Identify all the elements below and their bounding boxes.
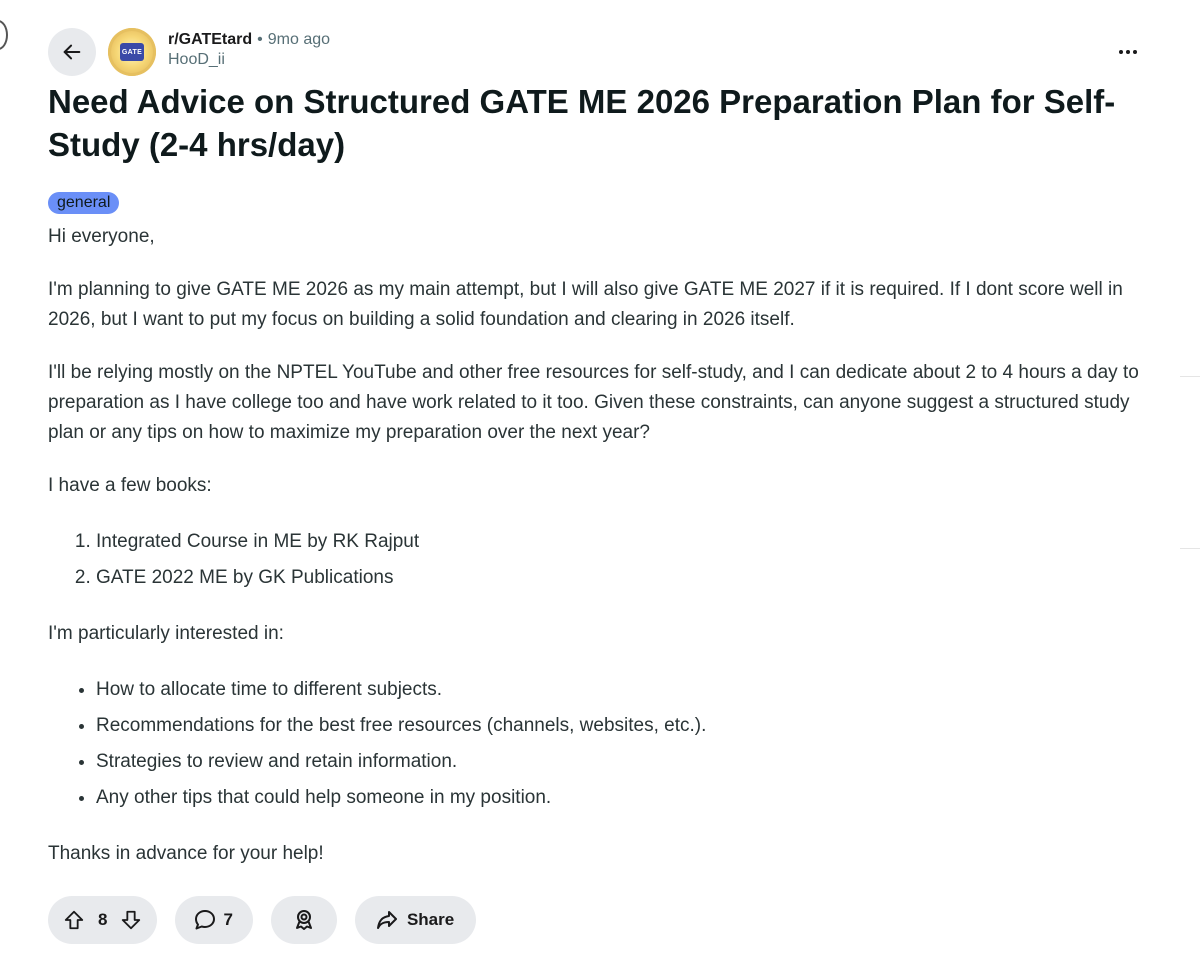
share-arrow-icon [376, 911, 397, 929]
more-horizontal-icon [1118, 50, 1139, 54]
upvote-button[interactable] [60, 906, 88, 934]
vote-count: 8 [98, 910, 108, 929]
divider [1180, 376, 1200, 377]
arrow-up-icon [64, 910, 84, 930]
avatar-logo: GATE [120, 43, 144, 61]
more-options-button[interactable] [1112, 36, 1144, 68]
body-paragraph: I have a few books: [48, 475, 212, 496]
list-item: Integrated Course in ME by RK Rajput [96, 524, 1158, 560]
body-paragraph: Hi everyone, [48, 226, 155, 247]
body-paragraph: Thanks in advance for your help! [48, 843, 324, 864]
award-button[interactable] [270, 896, 337, 944]
list-item: Any other tips that could help someone i… [96, 780, 1158, 816]
share-label: Share [406, 910, 455, 929]
divider [1180, 548, 1200, 549]
action-bar: 8 7 Share [48, 896, 477, 944]
interests-list: How to allocate time to different subjec… [48, 672, 1158, 816]
award-icon [295, 910, 312, 930]
back-button[interactable] [48, 28, 96, 76]
post-time: 9mo ago [267, 31, 331, 48]
arrow-left-icon [63, 44, 81, 60]
vote-group: 8 [48, 896, 158, 944]
list-item: Recommendations for the best free resour… [96, 708, 1158, 744]
comment-bubble-icon [195, 910, 216, 930]
downvote-button[interactable] [117, 906, 145, 934]
post-page: GATE r/GATEtard • 9mo ago HooD_ii Need A… [0, 0, 1200, 969]
share-button[interactable]: Share [354, 896, 477, 944]
list-item: Strategies to review and retain informat… [96, 744, 1158, 780]
post-title: Need Advice on Structured GATE ME 2026 P… [48, 83, 1116, 163]
books-list: Integrated Course in ME by RK Rajput GAT… [48, 524, 1158, 596]
list-item: How to allocate time to different subjec… [96, 672, 1158, 708]
subreddit-avatar[interactable]: GATE [108, 28, 156, 76]
post-meta: r/GATEtard • 9mo ago HooD_ii [168, 30, 330, 70]
meta-separator: • [257, 31, 263, 48]
post-flair[interactable]: general [48, 192, 120, 214]
body-paragraph: I'll be relying mostly on the NPTEL YouT… [48, 362, 1139, 443]
comments-button[interactable]: 7 [175, 896, 253, 944]
list-item: GATE 2022 ME by GK Publications [96, 560, 1158, 596]
arrow-down-icon [122, 910, 141, 930]
post-header: GATE r/GATEtard • 9mo ago HooD_ii [48, 26, 1144, 78]
body-paragraph: I'm particularly interested in: [48, 623, 284, 644]
partial-circle-icon [0, 20, 8, 50]
post-body: Hi everyone, I'm planning to give GATE M… [48, 222, 1158, 892]
subreddit-link[interactable]: r/GATEtard [168, 30, 252, 50]
body-paragraph: I'm planning to give GATE ME 2026 as my … [48, 279, 1123, 330]
author-link[interactable]: HooD_ii [168, 50, 330, 70]
comment-count: 7 [223, 910, 233, 929]
